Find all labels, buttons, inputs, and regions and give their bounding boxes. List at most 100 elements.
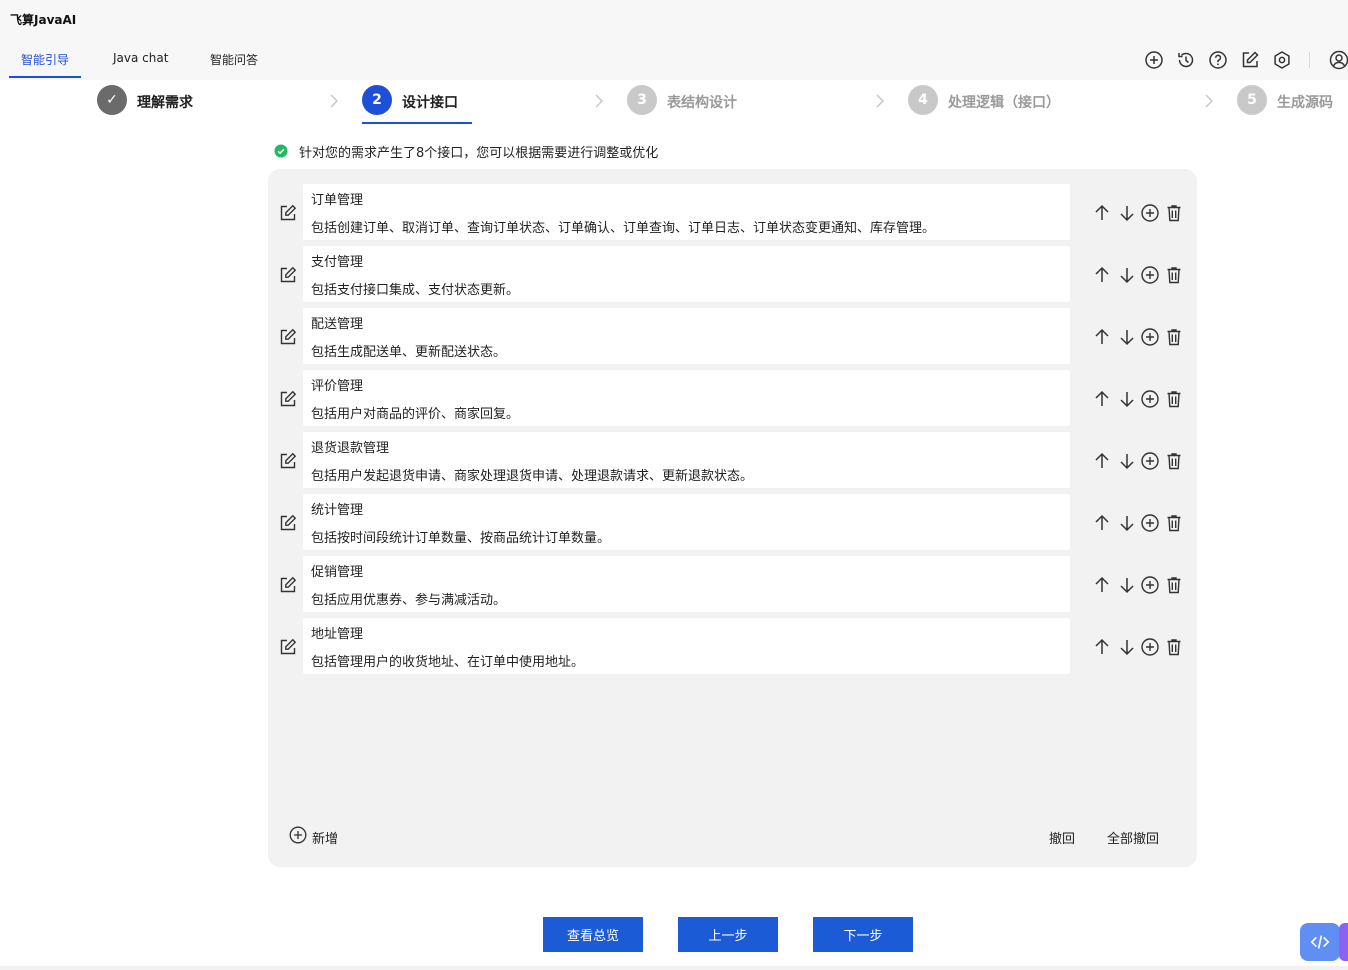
tab-smart-qa[interactable]: 智能问答 xyxy=(210,51,258,68)
interface-description: 包括生成配送单、更新配送状态。 xyxy=(311,345,507,360)
plus-circle-icon[interactable] xyxy=(1140,451,1160,471)
chevron-right-icon xyxy=(1203,93,1215,109)
edit-icon[interactable] xyxy=(278,575,298,595)
previous-step-button[interactable]: 上一步 xyxy=(678,917,778,952)
arrow-down-icon[interactable] xyxy=(1117,265,1137,285)
arrow-down-icon[interactable] xyxy=(1117,575,1137,595)
bottom-divider xyxy=(0,966,1348,970)
step-circle: 4 xyxy=(908,85,938,115)
step-label: 生成源码 xyxy=(1277,95,1333,111)
plus-circle-icon[interactable] xyxy=(1140,637,1160,657)
interface-list-panel: 订单管理包括创建订单、取消订单、查询订单状态、订单确认、订单查询、订单日志、订单… xyxy=(268,169,1197,867)
arrow-up-icon[interactable] xyxy=(1092,451,1112,471)
side-panel-tab[interactable] xyxy=(1339,923,1348,961)
plus-circle-icon[interactable] xyxy=(1140,575,1160,595)
notice-text: 针对您的需求产生了8个接口，您可以根据需要进行调整或优化 xyxy=(299,146,659,161)
arrow-up-icon[interactable] xyxy=(1092,327,1112,347)
user-icon[interactable] xyxy=(1328,49,1348,71)
row-actions xyxy=(1092,575,1192,597)
plus-circle-icon[interactable] xyxy=(1140,203,1160,223)
interface-card[interactable]: 促销管理包括应用优惠券、参与满减活动。 xyxy=(303,556,1070,612)
history-icon[interactable] xyxy=(1175,49,1197,71)
interface-title: 统计管理 xyxy=(311,503,364,518)
trash-icon[interactable] xyxy=(1164,265,1184,285)
interface-card[interactable]: 地址管理包括管理用户的收货地址、在订单中使用地址。 xyxy=(303,618,1070,674)
tab-java-chat[interactable]: Java chat xyxy=(113,51,168,65)
interface-row: 促销管理包括应用优惠券、参与满减活动。 xyxy=(268,556,1197,612)
edit-icon[interactable] xyxy=(278,389,298,409)
undo-all-button[interactable]: 全部撤回 xyxy=(1107,828,1159,847)
interface-card[interactable]: 支付管理包括支付接口集成、支付状态更新。 xyxy=(303,246,1070,302)
interface-card[interactable]: 退货退款管理 包括用户发起退货申请、商家处理退货申请、处理退款请求、更新退款状态。 xyxy=(303,432,1070,488)
interface-title: 支付管理 xyxy=(311,255,364,270)
code-icon xyxy=(1310,935,1330,949)
interface-row: 退货退款管理 包括用户发起退货申请、商家处理退货申请、处理退款请求、更新退款状态。 xyxy=(268,432,1197,488)
trash-icon[interactable] xyxy=(1164,513,1184,533)
edit-icon[interactable] xyxy=(278,637,298,657)
edit-icon[interactable] xyxy=(278,327,298,347)
step-label: 设计接口 xyxy=(402,95,458,111)
trash-icon[interactable] xyxy=(1164,203,1184,223)
interface-title: 地址管理 xyxy=(311,627,364,642)
undo-button[interactable]: 撤回 xyxy=(1049,828,1075,847)
trash-icon[interactable] xyxy=(1164,575,1184,595)
arrow-down-icon[interactable] xyxy=(1117,203,1137,223)
interface-title: 配送管理 xyxy=(311,317,364,332)
arrow-up-icon[interactable] xyxy=(1092,637,1112,657)
interface-description: 包括用户对商品的评价、商家回复。 xyxy=(311,407,520,422)
row-actions xyxy=(1092,327,1192,349)
interface-description: 包括管理用户的收货地址、在订单中使用地址。 xyxy=(311,655,585,670)
plus-circle-icon[interactable] xyxy=(1140,265,1160,285)
help-icon[interactable] xyxy=(1207,49,1229,71)
interface-card[interactable]: 配送管理包括生成配送单、更新配送状态。 xyxy=(303,308,1070,364)
chevron-right-icon xyxy=(593,93,605,109)
edit-icon[interactable] xyxy=(278,203,298,223)
trash-icon[interactable] xyxy=(1164,451,1184,471)
step-circle: 2 xyxy=(362,85,392,115)
arrow-up-icon[interactable] xyxy=(1092,513,1112,533)
interface-row: 订单管理包括创建订单、取消订单、查询订单状态、订单确认、订单查询、订单日志、订单… xyxy=(268,184,1197,240)
interface-description: 包括应用优惠券、参与满减活动。 xyxy=(311,593,507,608)
interface-title: 订单管理 xyxy=(311,193,364,208)
arrow-down-icon[interactable] xyxy=(1117,451,1137,471)
interface-title: 退货退款管理 xyxy=(311,441,390,456)
settings-icon[interactable] xyxy=(1271,49,1293,71)
active-tab-indicator xyxy=(9,76,81,78)
plus-circle-icon[interactable] xyxy=(1143,49,1165,71)
arrow-down-icon[interactable] xyxy=(1117,389,1137,409)
row-actions xyxy=(1092,637,1192,659)
interface-description: 包括创建订单、取消订单、查询订单状态、订单确认、订单查询、订单日志、订单状态变更… xyxy=(311,221,936,236)
step-label: 表结构设计 xyxy=(667,95,737,111)
interface-row: 评价管理 包括用户对商品的评价、商家回复。 xyxy=(268,370,1197,426)
arrow-up-icon[interactable] xyxy=(1092,575,1112,595)
interface-card[interactable]: 统计管理 包括按时间段统计订单数量、按商品统计订单数量。 xyxy=(303,494,1070,550)
trash-icon[interactable] xyxy=(1164,327,1184,347)
edit-icon[interactable] xyxy=(278,451,298,471)
active-step-indicator xyxy=(362,122,472,124)
tab-smart-guide[interactable]: 智能引导 xyxy=(21,51,69,68)
plus-circle-icon[interactable] xyxy=(1140,327,1160,347)
arrow-down-icon[interactable] xyxy=(1117,513,1137,533)
edit-icon[interactable] xyxy=(1239,49,1261,71)
edit-icon[interactable] xyxy=(278,513,298,533)
arrow-up-icon[interactable] xyxy=(1092,265,1112,285)
arrow-down-icon[interactable] xyxy=(1117,637,1137,657)
trash-icon[interactable] xyxy=(1164,637,1184,657)
code-floating-button[interactable] xyxy=(1300,923,1340,961)
arrow-down-icon[interactable] xyxy=(1117,327,1137,347)
interface-title: 促销管理 xyxy=(311,565,364,580)
plus-circle-icon[interactable] xyxy=(1140,389,1160,409)
arrow-up-icon[interactable] xyxy=(1092,203,1112,223)
interface-description: 包括支付接口集成、支付状态更新。 xyxy=(311,283,520,298)
arrow-up-icon[interactable] xyxy=(1092,389,1112,409)
next-step-button[interactable]: 下一步 xyxy=(813,917,913,952)
interface-card[interactable]: 订单管理包括创建订单、取消订单、查询订单状态、订单确认、订单查询、订单日志、订单… xyxy=(303,184,1070,240)
trash-icon[interactable] xyxy=(1164,389,1184,409)
view-overview-button[interactable]: 查看总览 xyxy=(543,917,643,952)
toolbar-divider xyxy=(1309,52,1310,68)
interface-row: 支付管理包括支付接口集成、支付状态更新。 xyxy=(268,246,1197,302)
row-actions xyxy=(1092,389,1192,411)
edit-icon[interactable] xyxy=(278,265,298,285)
plus-circle-icon[interactable] xyxy=(1140,513,1160,533)
interface-card[interactable]: 评价管理 包括用户对商品的评价、商家回复。 xyxy=(303,370,1070,426)
